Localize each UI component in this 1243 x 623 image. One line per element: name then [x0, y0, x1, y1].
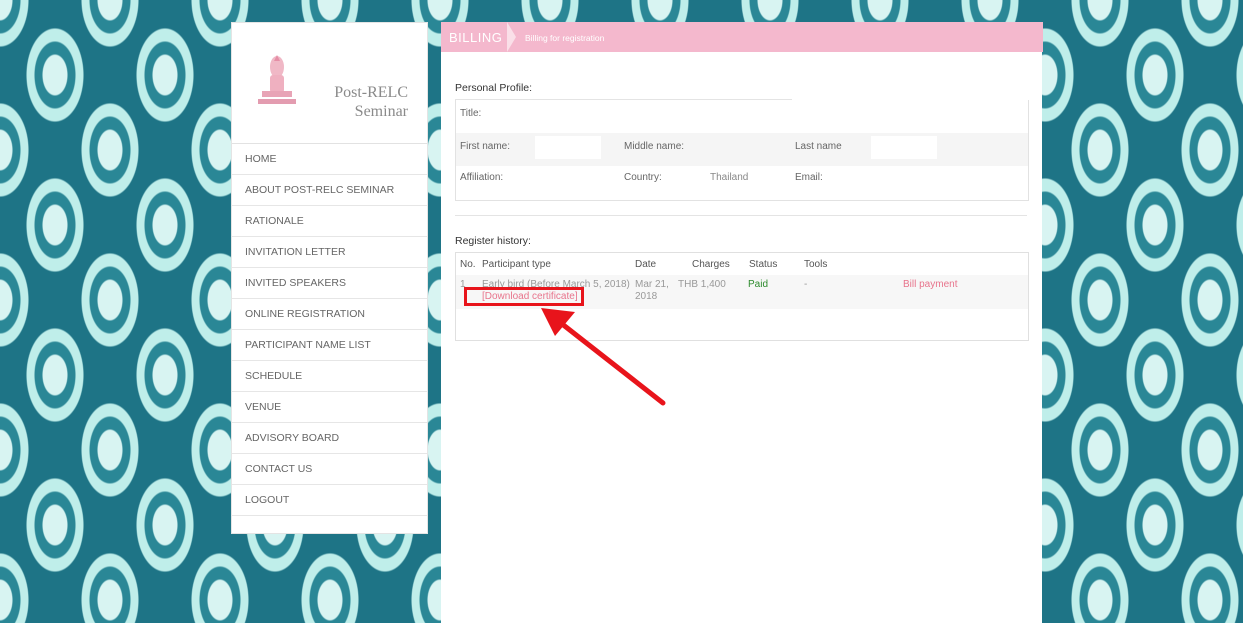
nav-schedule[interactable]: SCHEDULE	[232, 361, 427, 392]
title-label: Title:	[460, 108, 482, 119]
breadcrumb-chevron-icon	[507, 22, 516, 52]
nav-invited-speakers[interactable]: INVITED SPEAKERS	[232, 268, 427, 299]
sidebar: Post-RELC Seminar HOME ABOUT POST-RELC S…	[231, 22, 428, 534]
row-no: 1	[460, 279, 466, 290]
university-emblem-icon	[258, 55, 296, 104]
profile-heading: Personal Profile:	[455, 82, 533, 94]
profile-table: Title: First name: Middle name: Last nam…	[455, 100, 1029, 201]
profile-row-affiliation: Affiliation: Country: Thailand Email:	[456, 166, 1028, 199]
profile-row-title: Title:	[456, 100, 1028, 133]
col-status: Status	[749, 259, 778, 270]
last-name-value	[871, 136, 937, 159]
section-divider	[455, 215, 1027, 216]
col-participant-type: Participant type	[482, 259, 551, 270]
row-date-line1: Mar 21,	[635, 279, 669, 290]
col-tools: Tools	[804, 259, 828, 270]
breadcrumb: Billing for registration	[525, 33, 605, 43]
nav-home[interactable]: HOME	[232, 144, 427, 175]
country-label: Country:	[624, 172, 662, 183]
col-charges: Charges	[692, 259, 730, 270]
row-status-badge: Paid	[748, 279, 769, 290]
affiliation-label: Affiliation:	[460, 172, 504, 183]
nav-about[interactable]: ABOUT POST-RELC SEMINAR	[232, 175, 427, 206]
nav-advisory-board[interactable]: ADVISORY BOARD	[232, 423, 427, 454]
nav-online-registration[interactable]: ONLINE REGISTRATION	[232, 299, 427, 330]
nav-invitation-letter[interactable]: INVITATION LETTER	[232, 237, 427, 268]
page-header: BILLING Billing for registration	[441, 22, 1043, 52]
row-charges: THB 1,400	[678, 279, 726, 290]
history-table: No. Participant type Date Charges Status…	[455, 252, 1029, 341]
first-name-value	[535, 136, 601, 159]
sidebar-nav: HOME ABOUT POST-RELC SEMINAR RATIONALE I…	[232, 143, 427, 516]
country-value: Thailand	[710, 172, 749, 183]
site-name-line1: Post-RELC	[334, 84, 408, 101]
site-name: Post-RELC Seminar	[316, 83, 408, 121]
nav-logout[interactable]: LOGOUT	[232, 485, 427, 516]
table-row: 1 Early bird (Before March 5, 2018) [Dow…	[456, 275, 1028, 309]
nav-rationale[interactable]: RATIONALE	[232, 206, 427, 237]
site-logo[interactable]: Post-RELC Seminar	[232, 23, 427, 143]
row-date-line2: 2018	[635, 291, 658, 302]
last-name-label: Last name	[795, 141, 842, 152]
download-certificate-link[interactable]: [Download certificate]	[482, 291, 578, 303]
col-date: Date	[635, 259, 657, 270]
bill-payment-link[interactable]: Bill payment	[903, 279, 957, 291]
nav-venue[interactable]: VENUE	[232, 392, 427, 423]
history-heading: Register history:	[455, 235, 531, 247]
row-tools: -	[804, 279, 808, 290]
page-title: BILLING	[449, 30, 503, 45]
row-participant-type: Early bird (Before March 5, 2018)	[482, 279, 630, 290]
site-name-line2: Seminar	[354, 103, 408, 120]
email-label: Email:	[795, 172, 823, 183]
profile-row-names: First name: Middle name: Last name	[456, 133, 1028, 166]
col-no: No.	[460, 259, 476, 270]
middle-name-label: Middle name:	[624, 141, 685, 152]
nav-contact-us[interactable]: CONTACT US	[232, 454, 427, 485]
first-name-label: First name:	[460, 141, 511, 152]
nav-participant-name-list[interactable]: PARTICIPANT NAME LIST	[232, 330, 427, 361]
